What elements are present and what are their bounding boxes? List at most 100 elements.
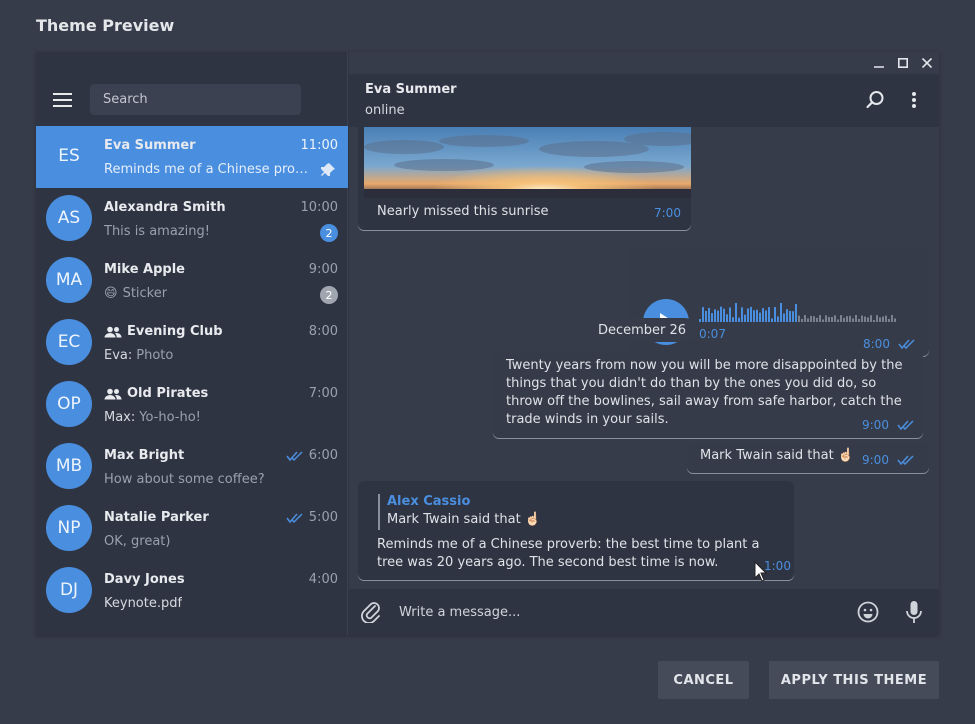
waveform-bar bbox=[864, 316, 866, 322]
chat-header: Eva Summer online bbox=[349, 74, 939, 127]
waveform-bar bbox=[756, 309, 758, 322]
chat-list-item[interactable]: EC Evening Club 8:00 Eva: Photo bbox=[36, 312, 348, 374]
chat-list: ES Eva Summer 11:00 Reminds me of a Chinese… bbox=[36, 126, 348, 622]
page-title: Theme Preview bbox=[36, 16, 175, 35]
waveform-bar bbox=[885, 315, 887, 322]
outgoing-message[interactable]: Twenty years from now you will be more d… bbox=[493, 351, 923, 438]
waveform-bar bbox=[741, 307, 743, 322]
chat-time: 9:00 bbox=[309, 262, 338, 277]
double-check-icon bbox=[897, 420, 914, 430]
double-check-icon bbox=[286, 450, 303, 461]
hamburger-menu-icon[interactable] bbox=[53, 92, 73, 108]
photo-caption: Nearly missed this sunrise bbox=[377, 204, 549, 219]
waveform-bar bbox=[882, 316, 884, 322]
waveform-bar bbox=[813, 316, 815, 322]
waveform-bar bbox=[780, 303, 782, 322]
waveform-bar bbox=[858, 318, 860, 322]
chat-header-name[interactable]: Eva Summer bbox=[365, 82, 457, 97]
chat-name: Davy Jones bbox=[104, 572, 185, 587]
maximize-icon[interactable] bbox=[891, 52, 915, 74]
group-icon bbox=[104, 388, 122, 399]
waveform-bar bbox=[717, 310, 719, 322]
pin-icon bbox=[321, 163, 335, 176]
waveform-bar bbox=[801, 318, 803, 322]
chat-list-item[interactable]: MA Mike Apple 9:00 😄 Sticker 2 bbox=[36, 250, 348, 312]
waveform-bar bbox=[816, 317, 818, 322]
waveform-bar bbox=[795, 303, 797, 322]
avatar: MB bbox=[46, 443, 92, 489]
waveform-bar bbox=[702, 307, 704, 322]
preview-sender: Max: bbox=[104, 410, 136, 425]
double-check-icon bbox=[286, 512, 303, 523]
chat-time-text: 8:00 bbox=[308, 324, 338, 339]
chat-name: Alexandra Smith bbox=[104, 200, 226, 215]
incoming-reply-message[interactable]: Alex Cassio Mark Twain said that ☝🏻 Remi… bbox=[358, 481, 794, 580]
outgoing-message[interactable]: Mark Twain said that ☝🏻 9:00 bbox=[687, 443, 929, 473]
chat-list-item[interactable]: MB Max Bright 6:00 How about some coffee? bbox=[36, 436, 348, 498]
chat-list-item[interactable]: OP Old Pirates 7:00 Max: Yo-ho-ho! bbox=[36, 374, 348, 436]
chat-time-text: 11:00 bbox=[300, 138, 338, 153]
chat-list-item[interactable]: DJ Davy Jones 4:00 Keynote.pdf bbox=[36, 560, 348, 622]
chat-name: Eva Summer bbox=[104, 138, 196, 153]
cancel-button[interactable]: CANCEL bbox=[658, 661, 749, 699]
reply-quote: Mark Twain said that ☝🏻 bbox=[387, 512, 542, 527]
waveform-bar bbox=[822, 319, 824, 322]
search-input[interactable] bbox=[90, 84, 301, 115]
chat-name-text: Mike Apple bbox=[104, 262, 185, 277]
chat-name: Evening Club bbox=[104, 324, 223, 339]
preview-text: Keynote.pdf bbox=[104, 596, 183, 611]
chat-name-text: Eva Summer bbox=[104, 138, 196, 153]
waveform-bar bbox=[705, 310, 707, 322]
waveform-bar bbox=[792, 311, 794, 322]
waveform-bar bbox=[774, 307, 776, 322]
waveform-bar bbox=[894, 318, 896, 322]
preview-window: ES Eva Summer 11:00 Reminds me of a Chinese… bbox=[36, 52, 939, 635]
waveform-bar bbox=[798, 315, 800, 322]
composer bbox=[349, 589, 939, 635]
apply-theme-button[interactable]: APPLY THIS THEME bbox=[769, 661, 939, 699]
chat-time-text: 10:00 bbox=[300, 200, 338, 215]
preview-text: Sticker bbox=[122, 286, 168, 301]
paperclip-icon[interactable] bbox=[359, 600, 383, 624]
message-list[interactable]: Nearly missed this sunrise 7:00 0:07 8:0… bbox=[349, 127, 939, 589]
waveform-bar bbox=[870, 315, 872, 322]
minimize-icon[interactable] bbox=[867, 52, 891, 74]
preview-text: OK, great) bbox=[104, 534, 171, 549]
chat-time-text: 9:00 bbox=[308, 262, 338, 277]
waveform-bar bbox=[852, 318, 854, 322]
emoji-icon[interactable] bbox=[856, 600, 880, 624]
message-text: Mark Twain said that ☝🏻 bbox=[700, 448, 855, 463]
waveform-bar bbox=[819, 315, 821, 322]
message-input[interactable] bbox=[399, 600, 829, 624]
reply-author[interactable]: Alex Cassio bbox=[387, 494, 470, 509]
waveform-bar bbox=[762, 308, 764, 322]
unread-badge: 2 bbox=[320, 286, 338, 304]
chat-list-item[interactable]: AS Alexandra Smith 10:00 This is amazing! 2 bbox=[36, 188, 348, 250]
chat-list-item[interactable]: ES Eva Summer 11:00 Reminds me of a Chinese… bbox=[36, 126, 348, 188]
sunrise-photo[interactable] bbox=[364, 127, 691, 198]
microphone-icon[interactable] bbox=[902, 600, 926, 624]
waveform-bar bbox=[777, 316, 779, 322]
waveform-bar bbox=[843, 317, 845, 322]
chat-time: 10:00 bbox=[301, 200, 338, 215]
waveform-bar bbox=[759, 312, 761, 322]
chat-time: 5:00 bbox=[286, 510, 338, 525]
waveform-bar bbox=[804, 315, 806, 322]
chat-time: 4:00 bbox=[309, 572, 338, 587]
chat-list-item[interactable]: NP Natalie Parker 5:00 OK, great) bbox=[36, 498, 348, 560]
message-time: 7:00 bbox=[654, 206, 681, 220]
close-icon[interactable] bbox=[915, 52, 939, 74]
chat-preview: OK, great) bbox=[104, 534, 314, 549]
message-time: 1:00 bbox=[764, 559, 791, 573]
message-time-text: 8:00 bbox=[863, 337, 890, 351]
chat-preview: Reminds me of a Chinese proverb: the bes… bbox=[104, 162, 312, 177]
search-icon[interactable] bbox=[864, 89, 886, 111]
preview-text: Yo-ho-ho! bbox=[139, 410, 201, 425]
waveform-bar bbox=[714, 309, 716, 322]
chat-name-text: Davy Jones bbox=[104, 572, 185, 587]
photo-message[interactable]: Nearly missed this sunrise 7:00 bbox=[358, 127, 691, 230]
message-text: Twenty years from now you will be more d… bbox=[506, 358, 903, 427]
waveform-bar bbox=[726, 314, 728, 322]
voice-waveform[interactable] bbox=[699, 303, 899, 323]
more-vertical-icon[interactable] bbox=[903, 89, 925, 111]
